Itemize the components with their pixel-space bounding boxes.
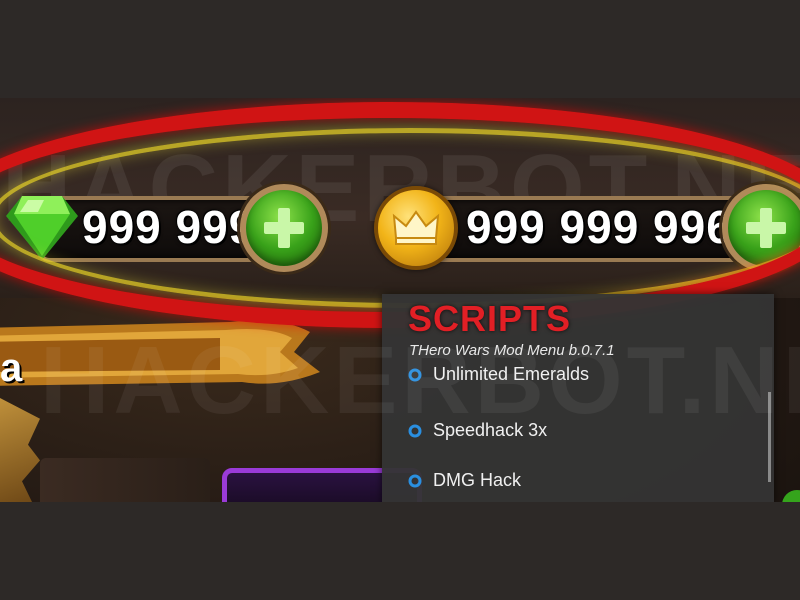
letterbox-bottom xyxy=(0,502,800,600)
menu-item-label: DMG Hack xyxy=(433,470,522,490)
wing-ornament xyxy=(0,398,40,502)
green-button-edge xyxy=(782,490,800,502)
ribbon-title-text: a xyxy=(0,346,23,390)
game-view: HACKERBOT.NET a 999 999 999 999 99 xyxy=(0,98,800,502)
watermark-bottom: HACKERBOT.NET xyxy=(40,327,800,434)
ring-icon xyxy=(408,474,422,488)
hero-card-tile xyxy=(40,458,210,502)
menu-item-dmg-hack[interactable]: DMG Hack xyxy=(408,470,521,491)
letterbox-top xyxy=(0,0,800,98)
